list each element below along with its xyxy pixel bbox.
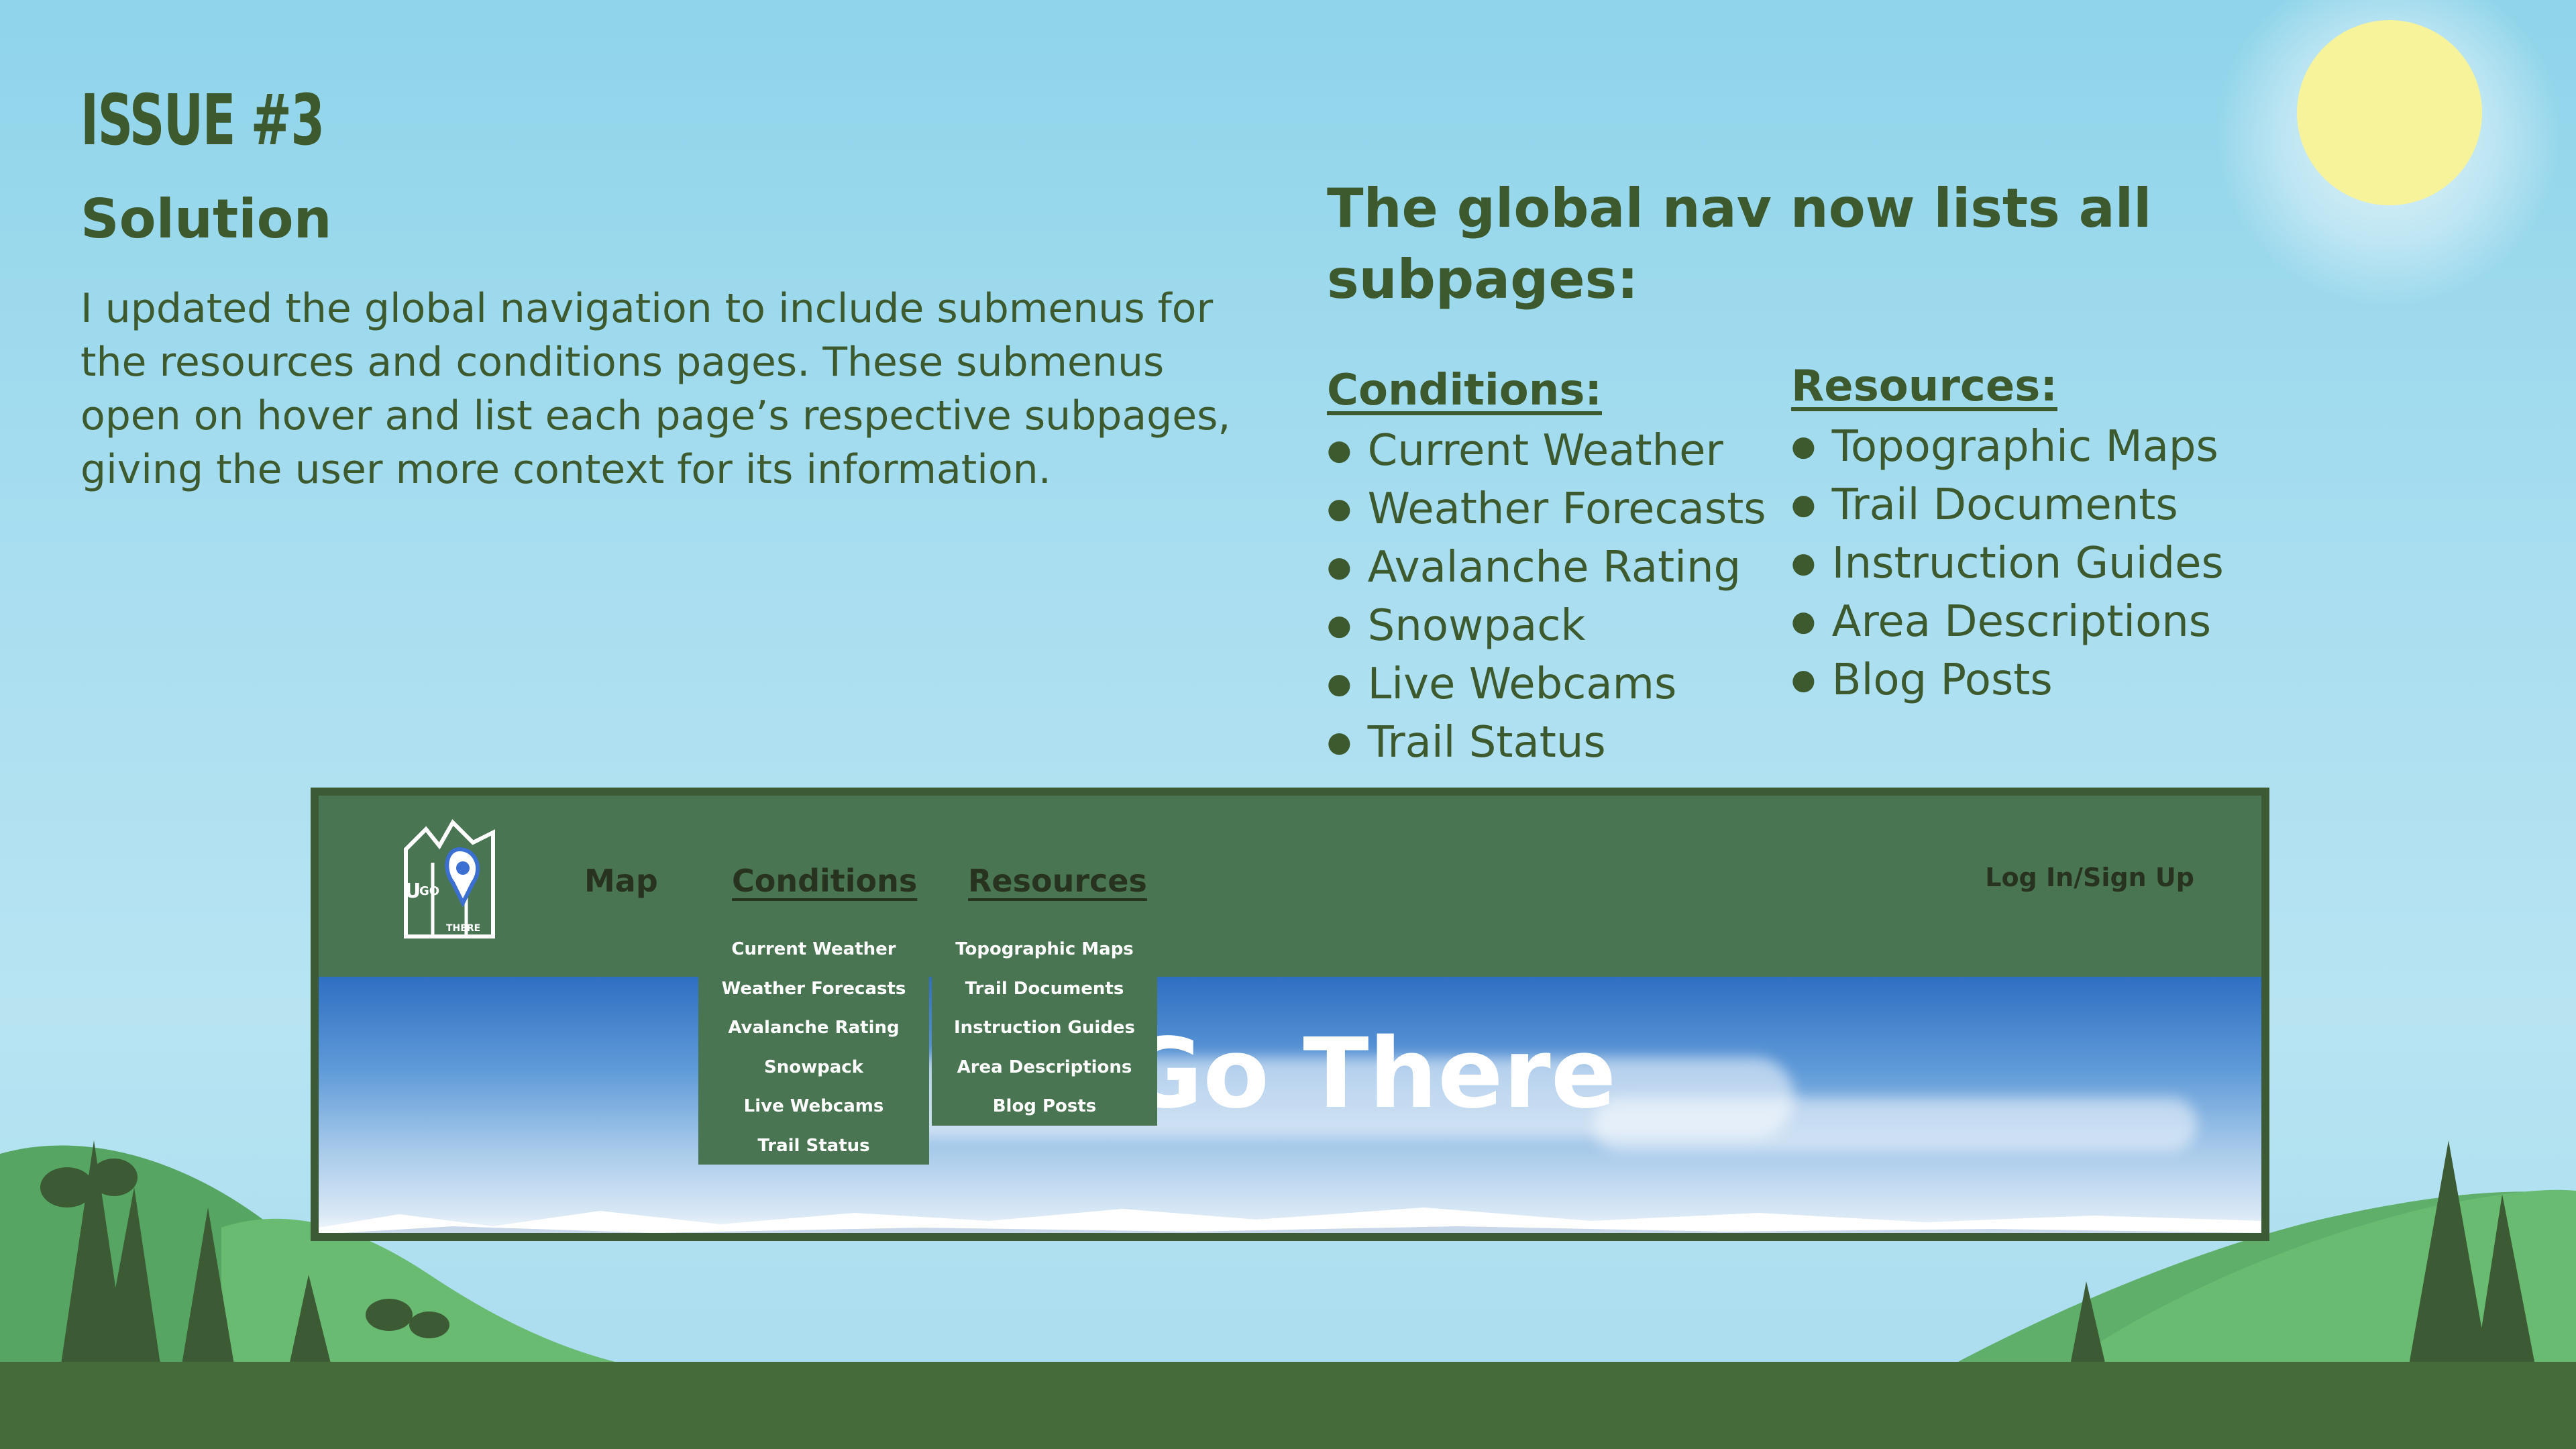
bush-icon [409, 1311, 449, 1338]
list-item: Instruction Guides [1791, 537, 2224, 595]
submenu-item[interactable]: Current Weather [698, 930, 929, 969]
snowy-mountains [319, 1208, 2261, 1233]
ground-strip [0, 1362, 2576, 1449]
logo-text: THERE [446, 923, 481, 934]
nav-resources[interactable]: Resources [968, 863, 1147, 899]
solution-body: I updated the global navigation to inclu… [80, 285, 1231, 493]
nav-map[interactable]: Map [584, 863, 658, 899]
submenu-item[interactable]: Weather Forecasts [698, 969, 929, 1009]
hero-banner: Go There [319, 977, 2261, 1233]
solution-heading: Solution [80, 188, 332, 250]
list-item: Topographic Maps [1791, 420, 2224, 478]
submenu-item[interactable]: Topographic Maps [932, 930, 1157, 969]
navbar: U GO THERE Map Conditions Resources Log … [319, 796, 2261, 977]
submenu-item[interactable]: Area Descriptions [932, 1048, 1157, 1087]
resources-list: Resources: Topographic Maps Trail Docume… [1791, 358, 2224, 712]
submenu-item[interactable]: Trail Status [698, 1126, 929, 1166]
submenu-item[interactable]: Avalanche Rating [698, 1008, 929, 1048]
list-item: Current Weather [1327, 424, 1766, 482]
bush-icon [366, 1299, 413, 1331]
list-item: Snowpack [1327, 599, 1766, 657]
conditions-submenu: Current Weather Weather Forecasts Avalan… [698, 923, 929, 1165]
resources-list-title: Resources: [1791, 362, 2057, 411]
submenu-item[interactable]: Blog Posts [932, 1087, 1157, 1126]
conditions-list: Conditions: Current Weather Weather Fore… [1327, 362, 1766, 774]
conditions-list-title: Conditions: [1327, 366, 1602, 415]
submenu-item[interactable]: Instruction Guides [932, 1008, 1157, 1048]
nav-heading: The global nav now lists all subpages: [1327, 177, 2152, 311]
website-mockup: U GO THERE Map Conditions Resources Log … [311, 788, 2269, 1241]
login-signup-link[interactable]: Log In/Sign Up [1985, 863, 2194, 892]
list-item: Blog Posts [1791, 653, 2224, 712]
list-item: Trail Documents [1791, 478, 2224, 537]
list-item: Area Descriptions [1791, 595, 2224, 653]
bush-icon [91, 1159, 138, 1196]
submenu-item[interactable]: Snowpack [698, 1048, 929, 1087]
hero-title: Go There [1124, 1017, 1617, 1130]
logo-letter-go: GO [419, 884, 440, 898]
bush-icon [40, 1167, 94, 1208]
list-item: Weather Forecasts [1327, 482, 1766, 541]
issue-title: ISSUE #3 [80, 79, 325, 161]
list-item: Live Webcams [1327, 657, 1766, 716]
cloud-shape [1593, 1097, 2197, 1151]
sun [2297, 20, 2482, 205]
list-item: Trail Status [1327, 716, 1766, 774]
list-item: Avalanche Rating [1327, 541, 1766, 599]
logo-letter-u: U [405, 879, 421, 903]
submenu-item[interactable]: Trail Documents [932, 969, 1157, 1009]
resources-submenu: Topographic Maps Trail Documents Instruc… [932, 923, 1157, 1126]
nav-conditions[interactable]: Conditions [732, 863, 917, 899]
submenu-item[interactable]: Live Webcams [698, 1087, 929, 1126]
